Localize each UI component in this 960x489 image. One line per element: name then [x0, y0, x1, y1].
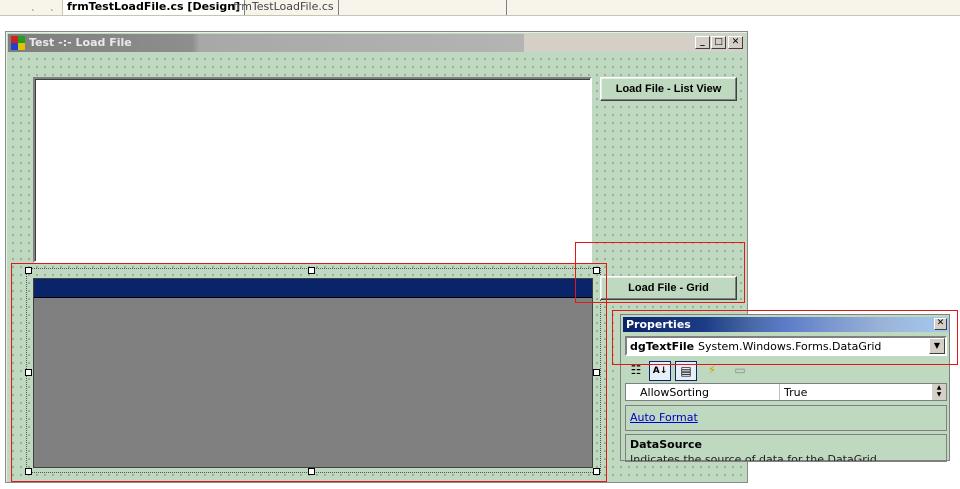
tab-strip-mark: ˎ: [50, 2, 55, 12]
form-titlebar[interactable]: Test -:- Load File _ □ ✕: [8, 34, 745, 52]
property-divider: [779, 384, 780, 400]
maximize-button[interactable]: □: [711, 36, 726, 49]
description-pane: DataSource Indicates the source of data …: [625, 434, 947, 462]
annotation-box-grid: [11, 263, 607, 482]
property-name: AllowSorting: [640, 386, 709, 399]
form-app-icon: [11, 36, 25, 50]
form-title: Test -:- Load File: [29, 36, 132, 49]
auto-format-link[interactable]: Auto Format: [630, 411, 698, 424]
list-view-control[interactable]: [33, 77, 592, 263]
scroll-arrows-icon[interactable]: ▲ ▼: [932, 384, 946, 400]
property-value[interactable]: True: [784, 386, 807, 399]
annotation-box-properties: [612, 310, 958, 365]
annotation-box-grid-button: [575, 242, 745, 303]
description-text: Indicates the source of data for the Dat…: [630, 453, 881, 462]
description-title: DataSource: [630, 438, 702, 451]
tab-design[interactable]: frmTestLoadFile.cs [Design]: [62, 0, 246, 15]
tab-strip-mark: ˎ: [31, 2, 36, 12]
tab-overflow[interactable]: [333, 0, 507, 15]
document-tab-strip: ˎ ˎ frmTestLoadFile.cs [Design] frmTestL…: [0, 0, 960, 16]
property-row[interactable]: AllowSorting True ▲ ▼: [625, 383, 947, 401]
tab-code[interactable]: frmTestLoadFile.cs: [229, 0, 339, 15]
close-button[interactable]: ✕: [728, 36, 743, 49]
verbs-pane: Auto Format: [625, 405, 947, 431]
minimize-button[interactable]: _: [695, 36, 710, 49]
load-file-list-view-button[interactable]: Load File - List View: [600, 77, 737, 101]
